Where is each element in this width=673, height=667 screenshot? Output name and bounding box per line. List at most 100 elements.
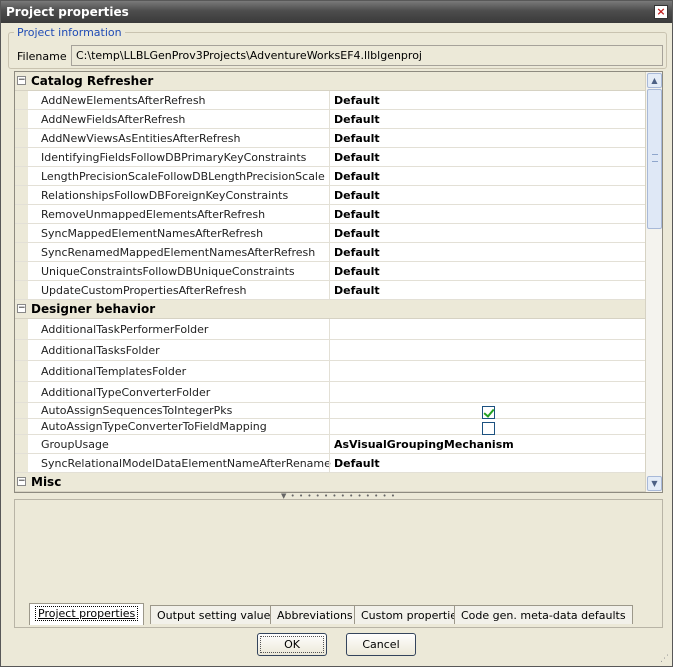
row-gutter bbox=[15, 435, 28, 453]
tab-4[interactable]: Code gen. meta-data defaults bbox=[454, 605, 633, 624]
property-grid[interactable]: − Catalog Refresher AddNewElementsAfterRef… bbox=[14, 71, 663, 493]
tab-label: Output setting values bbox=[157, 609, 277, 622]
tab-label: Abbreviations bbox=[277, 609, 353, 622]
property-row[interactable]: IdentifyingFieldsFollowDBPrimaryKeyConst… bbox=[15, 148, 646, 167]
property-value[interactable]: Default bbox=[329, 129, 646, 147]
property-name: AddNewFieldsAfterRefresh bbox=[41, 112, 186, 126]
property-name: LengthPrecisionScaleFollowDBLengthPrecis… bbox=[41, 169, 325, 183]
row-gutter bbox=[15, 319, 28, 339]
property-row[interactable]: UpdateCustomPropertiesAfterRefresh Defaul… bbox=[15, 281, 646, 300]
property-row[interactable]: AutoAssignSequencesToIntegerPks bbox=[15, 403, 646, 419]
collapse-icon[interactable]: − bbox=[17, 477, 26, 486]
property-name: RelationshipsFollowDBForeignKeyConstrain… bbox=[41, 188, 289, 202]
filename-field[interactable]: C:\temp\LLBLGenProv3Projects\AdventureWo… bbox=[71, 45, 663, 66]
cancel-button[interactable]: Cancel bbox=[346, 633, 416, 656]
property-value[interactable]: AsVisualGroupingMechanism bbox=[329, 435, 646, 453]
tab-2[interactable]: Abbreviations bbox=[270, 605, 360, 624]
ok-button[interactable]: OK bbox=[257, 633, 327, 656]
property-name: AdditionalTypeConverterFolder bbox=[41, 385, 211, 399]
title-bar[interactable]: Project properties × bbox=[1, 1, 672, 23]
property-value[interactable] bbox=[329, 382, 646, 402]
property-name: IdentifyingFieldsFollowDBPrimaryKeyConst… bbox=[41, 150, 307, 164]
tab-label: Custom properties bbox=[361, 609, 463, 622]
property-value[interactable]: Default bbox=[329, 454, 646, 472]
property-value[interactable]: Default bbox=[329, 281, 646, 299]
tab-3[interactable]: Custom properties bbox=[354, 605, 470, 624]
row-gutter bbox=[15, 403, 28, 418]
property-name: UniqueConstraintsFollowDBUniqueConstrain… bbox=[41, 264, 295, 278]
property-name: SyncRenamedMappedElementNamesAfterRefres… bbox=[41, 245, 316, 259]
property-row[interactable]: AddNewFieldsAfterRefresh Default bbox=[15, 110, 646, 129]
collapse-icon[interactable]: − bbox=[17, 304, 26, 313]
property-value[interactable]: Default bbox=[329, 91, 646, 109]
property-row[interactable]: RelationshipsFollowDBForeignKeyConstrain… bbox=[15, 186, 646, 205]
tab-label: Project properties bbox=[34, 606, 139, 621]
scroll-down-icon[interactable]: ▼ bbox=[647, 476, 662, 491]
property-value[interactable]: Default bbox=[329, 167, 646, 185]
property-row[interactable]: SyncMappedElementNamesAfterRefresh Defaul… bbox=[15, 224, 646, 243]
scroll-up-icon[interactable]: ▲ bbox=[647, 73, 662, 88]
row-gutter bbox=[15, 243, 28, 261]
unchecked-checkbox[interactable] bbox=[482, 422, 495, 435]
project-info-legend: Project information bbox=[14, 26, 125, 39]
property-value[interactable]: Default bbox=[329, 262, 646, 280]
property-name: AdditionalTemplatesFolder bbox=[41, 364, 187, 378]
category-label: Misc bbox=[31, 475, 62, 489]
property-name: AddNewElementsAfterRefresh bbox=[41, 93, 206, 107]
property-value[interactable] bbox=[329, 340, 646, 360]
property-row[interactable]: LengthPrecisionScaleFollowDBLengthPrecis… bbox=[15, 167, 646, 186]
property-name: AutoAssignTypeConverterToFieldMapping bbox=[41, 420, 267, 433]
cancel-button-label: Cancel bbox=[362, 638, 400, 651]
category-label: Catalog Refresher bbox=[31, 74, 154, 88]
close-icon[interactable]: × bbox=[654, 5, 668, 19]
property-value[interactable]: Default bbox=[329, 186, 646, 204]
ok-button-label: OK bbox=[284, 638, 300, 651]
category-header[interactable]: − Misc bbox=[15, 473, 646, 492]
resize-grip-icon[interactable]: ⋰ bbox=[660, 654, 670, 664]
property-value[interactable]: Default bbox=[329, 224, 646, 242]
property-name: AutoAssignSequencesToIntegerPks bbox=[41, 404, 233, 417]
property-value[interactable] bbox=[329, 319, 646, 339]
row-gutter bbox=[15, 205, 28, 223]
row-gutter bbox=[15, 167, 28, 185]
row-gutter bbox=[15, 129, 28, 147]
property-row[interactable]: SyncRenamedMappedElementNamesAfterRefres… bbox=[15, 243, 646, 262]
tab-1[interactable]: Output setting values bbox=[150, 605, 284, 624]
filename-label: Filename bbox=[17, 50, 67, 63]
tab-0[interactable]: Project properties bbox=[29, 603, 145, 625]
scroll-thumb[interactable] bbox=[647, 89, 662, 229]
property-value[interactable]: Default bbox=[329, 148, 646, 166]
category-header[interactable]: − Designer behavior bbox=[15, 300, 646, 319]
row-gutter bbox=[15, 148, 28, 166]
property-row[interactable]: AdditionalTasksFolder bbox=[15, 340, 646, 361]
row-gutter bbox=[15, 110, 28, 128]
row-gutter bbox=[15, 186, 28, 204]
property-row[interactable]: AdditionalTemplatesFolder bbox=[15, 361, 646, 382]
property-name: GroupUsage bbox=[41, 437, 109, 451]
property-row[interactable]: AdditionalTaskPerformerFolder bbox=[15, 319, 646, 340]
property-value-cell bbox=[329, 419, 646, 435]
property-row[interactable]: AutoAssignTypeConverterToFieldMapping bbox=[15, 419, 646, 435]
property-row[interactable]: RemoveUnmappedElementsAfterRefresh Defaul… bbox=[15, 205, 646, 224]
property-row[interactable]: AddNewElementsAfterRefresh Default bbox=[15, 91, 646, 110]
row-gutter bbox=[15, 224, 28, 242]
collapse-icon[interactable]: − bbox=[17, 76, 26, 85]
category-header[interactable]: − Catalog Refresher bbox=[15, 72, 646, 91]
property-value[interactable] bbox=[329, 361, 646, 381]
row-gutter bbox=[15, 419, 28, 434]
property-value[interactable]: Default bbox=[329, 243, 646, 261]
property-row[interactable]: SyncRelationalModelDataElementNameAfterR… bbox=[15, 454, 646, 473]
property-row[interactable]: UniqueConstraintsFollowDBUniqueConstrain… bbox=[15, 262, 646, 281]
property-name: AdditionalTasksFolder bbox=[41, 343, 160, 357]
row-gutter bbox=[15, 91, 28, 109]
vertical-scrollbar[interactable]: ▲ ▼ bbox=[645, 72, 662, 492]
property-value-cell bbox=[329, 403, 646, 419]
property-row[interactable]: GroupUsage AsVisualGroupingMechanism bbox=[15, 435, 646, 454]
row-gutter bbox=[15, 382, 28, 402]
property-row[interactable]: AddNewViewsAsEntitiesAfterRefresh Default bbox=[15, 129, 646, 148]
property-value[interactable]: Default bbox=[329, 110, 646, 128]
property-row[interactable]: AdditionalTypeConverterFolder bbox=[15, 382, 646, 403]
project-properties-dialog: Project properties × Project information… bbox=[0, 0, 673, 667]
property-value[interactable]: Default bbox=[329, 205, 646, 223]
checked-checkbox[interactable] bbox=[482, 406, 495, 419]
